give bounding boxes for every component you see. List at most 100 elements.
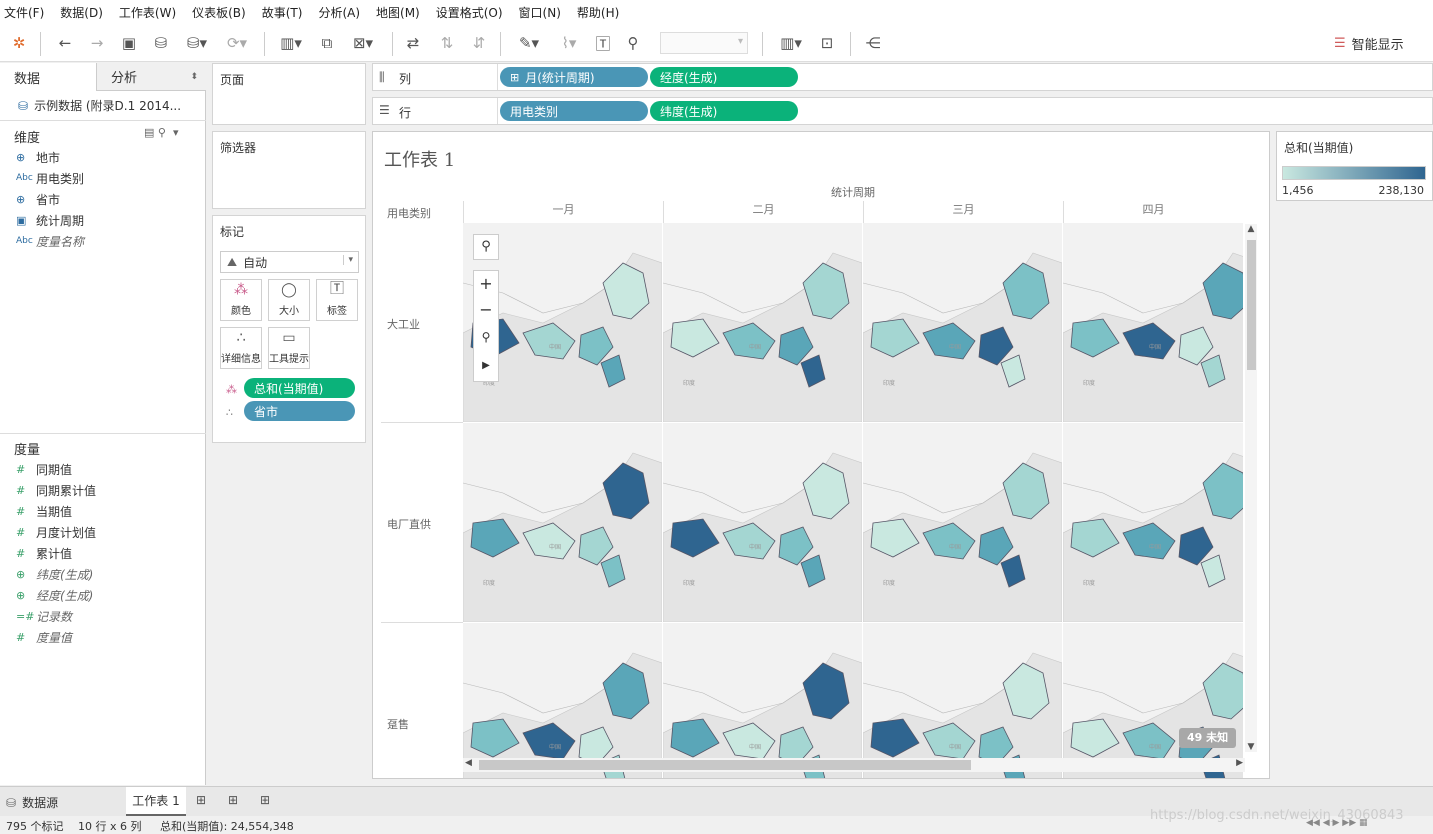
fit-dropdown[interactable]: ▾ [660, 32, 748, 54]
rows-shelf[interactable]: ☰ 行 用电类别 纬度(生成) [372, 97, 1433, 125]
menu-map[interactable]: 地图(M) [376, 4, 420, 21]
detail-button[interactable]: ∴ 详细信息 [220, 327, 262, 369]
vertical-scrollbar[interactable]: ▲ ▼ [1245, 224, 1257, 752]
menu-dashboard[interactable]: 仪表板(B) [192, 4, 246, 21]
row-pill[interactable]: 纬度(生成) [650, 101, 798, 121]
measure-field[interactable]: # 月度计划值 [16, 522, 96, 542]
color-legend[interactable]: 总和(当期值) 1,456 238,130 [1276, 131, 1433, 201]
duplicate-sheet-icon[interactable]: ⧉ [316, 32, 338, 54]
pin-icon[interactable]: ⚲ [474, 323, 498, 351]
presentation-icon[interactable]: ⊡ [816, 32, 838, 54]
datasource-tab[interactable]: ⛁ 数据源 [6, 794, 58, 811]
menu-window[interactable]: 窗口(N) [519, 4, 561, 21]
column-header[interactable]: 四月 [1063, 201, 1243, 223]
tab-analysis[interactable]: 分析 ⬍ [96, 63, 206, 91]
sort-desc-icon[interactable]: ⇵ [468, 32, 490, 54]
map-cell[interactable]: 中国印度 [1063, 223, 1243, 422]
pause-updates-icon[interactable]: ⛁▾ [182, 32, 212, 54]
map-cell[interactable]: 中国印度 [463, 423, 662, 622]
menu-story[interactable]: 故事(T) [262, 4, 303, 21]
tab-data[interactable]: 数据 [0, 63, 96, 91]
map-cell[interactable]: 中国印度 [1063, 623, 1243, 778]
row-pill[interactable]: 用电类别 [500, 101, 648, 121]
new-sheet-icon[interactable]: ▥▾ [274, 32, 308, 54]
menu-analysis[interactable]: 分析(A) [318, 4, 360, 21]
dimension-field[interactable]: ⊕ 省市 [16, 189, 60, 209]
pages-card[interactable]: 页面 [212, 63, 366, 125]
dimensions-tools[interactable]: ▤ ⚲ ▾ [144, 126, 178, 139]
map-cell[interactable]: 中国印度 [863, 423, 1062, 622]
measure-field[interactable]: # 同期值 [16, 459, 72, 479]
column-pill[interactable]: 经度(生成) [650, 67, 798, 87]
label-icon[interactable]: 🅃 [592, 32, 614, 54]
horizontal-scrollbar[interactable]: ◀ ▶ [463, 758, 1245, 772]
row-header[interactable]: 大工业 [387, 316, 420, 332]
color-button[interactable]: ⁂ 颜色 [220, 279, 262, 321]
unknown-locations-badge[interactable]: 49 未知 [1179, 728, 1237, 748]
tableau-logo-icon[interactable]: ✲ [8, 32, 30, 54]
dimension-field[interactable]: ▣ 统计周期 [16, 210, 84, 230]
size-button[interactable]: ◯ 大小 [268, 279, 310, 321]
row-header[interactable]: 趸售 [387, 716, 409, 732]
text-icon: 🅃 [330, 281, 344, 297]
clear-sheet-icon[interactable]: ⊠▾ [346, 32, 380, 54]
refresh-icon[interactable]: ⟳▾ [220, 32, 254, 54]
map-cell[interactable]: 中国印度 [863, 623, 1062, 778]
dimension-field[interactable]: Abc 用电类别 [16, 168, 84, 188]
show-me-button[interactable]: ☰ 智能显示 [1334, 34, 1404, 53]
measure-field[interactable]: # 同期累计值 [16, 480, 96, 500]
map-cell[interactable]: 中国印度 [663, 623, 862, 778]
search-icon[interactable]: ⚲ [473, 234, 499, 260]
redo-icon[interactable]: → [86, 32, 108, 54]
column-pill[interactable]: ⊞ 月(统计周期) [500, 67, 648, 87]
tooltip-button[interactable]: ▭ 工具提示 [268, 327, 310, 369]
zoom-out-icon[interactable]: − [474, 297, 498, 323]
new-story-icon[interactable]: ⊞ [260, 793, 270, 807]
save-icon[interactable]: ▣ [118, 32, 140, 54]
filters-card[interactable]: 筛选器 [212, 131, 366, 209]
menu-data[interactable]: 数据(D) [60, 4, 103, 21]
map-cell[interactable]: 中国印度 [863, 223, 1062, 422]
new-datasource-icon[interactable]: ⛁ [150, 32, 172, 54]
mark-pill-color[interactable]: 总和(当期值) [244, 378, 355, 398]
map-cell[interactable]: 中国印度 [463, 623, 662, 778]
measure-field[interactable]: =# 记录数 [16, 606, 72, 626]
measure-field[interactable]: ⊕ 经度(生成) [16, 585, 93, 605]
share-icon[interactable]: ⋲ [862, 32, 884, 54]
column-header[interactable]: 二月 [663, 201, 863, 223]
measure-field[interactable]: # 当期值 [16, 501, 72, 521]
new-dashboard-icon[interactable]: ⊞ [228, 793, 238, 807]
sort-asc-icon[interactable]: ⇅ [436, 32, 458, 54]
show-labels-icon[interactable]: ▥▾ [774, 32, 808, 54]
menu-worksheet[interactable]: 工作表(W) [119, 4, 176, 21]
column-header[interactable]: 三月 [863, 201, 1063, 223]
zoom-in-icon[interactable]: + [474, 271, 498, 297]
map-cell[interactable]: 中国印度 [1063, 423, 1243, 622]
sheet-navigation-icon[interactable]: ◀◀ ◀ ▶ ▶▶ ▦ [1306, 818, 1367, 828]
swap-icon[interactable]: ⇄ [402, 32, 424, 54]
menu-file[interactable]: 文件(F) [4, 4, 44, 21]
dimension-field[interactable]: ⊕ 地市 [16, 147, 60, 167]
expand-icon[interactable]: ▶ [474, 351, 498, 381]
row-header[interactable]: 电厂直供 [387, 516, 431, 532]
label-button[interactable]: 🅃 标签 [316, 279, 358, 321]
measure-field[interactable]: # 累计值 [16, 543, 72, 563]
measure-field[interactable]: # 度量值 [16, 627, 72, 647]
pin-icon[interactable]: ⚲ [622, 32, 644, 54]
columns-shelf[interactable]: ⫼ 列 ⊞ 月(统计周期) 经度(生成) [372, 63, 1433, 91]
undo-icon[interactable]: ← [54, 32, 76, 54]
mark-type-select[interactable]: ⛰ 自动 ▾ [220, 251, 359, 273]
mark-pill-detail[interactable]: 省市 [244, 401, 355, 421]
menu-help[interactable]: 帮助(H) [577, 4, 619, 21]
menu-format[interactable]: 设置格式(O) [436, 4, 503, 21]
column-header[interactable]: 一月 [463, 201, 663, 223]
dimension-field[interactable]: Abc 度量名称 [16, 231, 84, 251]
map-cell[interactable]: 中国印度 [663, 223, 862, 422]
group-icon[interactable]: ⌇▾ [552, 32, 586, 54]
datasource-item[interactable]: ⛁ 示例数据 (附录D.1 2014... [0, 91, 206, 121]
measure-field[interactable]: ⊕ 纬度(生成) [16, 564, 93, 584]
new-worksheet-icon[interactable]: ⊞ [196, 793, 206, 807]
map-cell[interactable]: 中国印度 [663, 423, 862, 622]
tab-sheet1[interactable]: 工作表 1 [126, 787, 186, 817]
highlight-icon[interactable]: ✎▾ [512, 32, 546, 54]
